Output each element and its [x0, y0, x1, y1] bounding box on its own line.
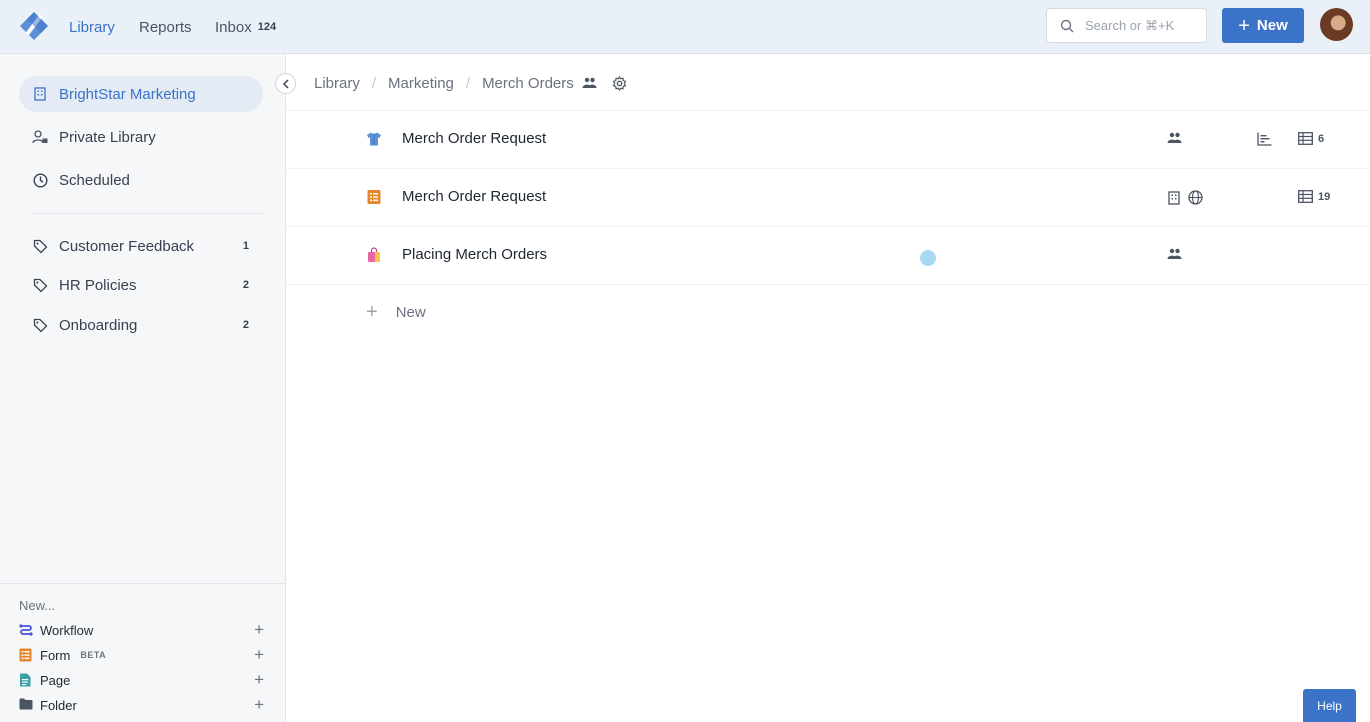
plus-icon[interactable]: +: [254, 695, 264, 715]
breadcrumb-current-label: Merch Orders: [482, 74, 574, 92]
responses-count[interactable]: 6: [1298, 132, 1324, 145]
nav-inbox-label: Inbox: [215, 18, 252, 36]
breadcrumb-marketing[interactable]: Marketing: [388, 75, 454, 92]
workflow-icon: [19, 623, 33, 637]
nav-reports[interactable]: Reports: [139, 0, 192, 54]
new-button[interactable]: + New: [1222, 8, 1304, 43]
tag-icon: [32, 277, 48, 293]
gear-icon[interactable]: [612, 75, 627, 91]
list-item-title[interactable]: Merch Order Request: [402, 130, 546, 147]
new-section-heading: New...: [19, 598, 56, 613]
sidebar: BrightStar Marketing Private Library Sch…: [0, 54, 286, 722]
users-icon[interactable]: [582, 77, 597, 89]
new-folder-item[interactable]: Folder +: [19, 695, 264, 715]
sidebar-item-label: Scheduled: [59, 171, 130, 189]
breadcrumb-separator: /: [465, 74, 471, 92]
sidebar-tag-label: HR Policies: [59, 276, 137, 294]
list-item-title[interactable]: Placing Merch Orders: [402, 246, 547, 263]
breadcrumb-library[interactable]: Library: [314, 75, 360, 92]
table-icon: [1298, 190, 1313, 203]
bar-chart-icon: [1257, 132, 1272, 146]
shared-indicator: [1167, 248, 1182, 260]
tag-count-badge: 2: [242, 279, 249, 291]
shared-indicator: [1167, 132, 1182, 144]
shirt-icon: [367, 132, 381, 146]
folder-icon: [19, 698, 33, 712]
new-page-item[interactable]: Page +: [19, 670, 264, 690]
plus-icon: +: [1238, 14, 1250, 37]
beta-badge: BETA: [80, 650, 107, 660]
sidebar-divider: [30, 213, 264, 214]
user-lock-icon: [32, 129, 48, 145]
breadcrumb-current: Merch Orders: [482, 75, 627, 92]
building-icon: [1168, 190, 1180, 205]
breadcrumb-separator: /: [371, 74, 377, 92]
chevron-left-icon: [282, 78, 289, 89]
tag-icon: [32, 238, 48, 254]
tag-count-badge: 1: [242, 240, 249, 252]
sidebar-item-private-library[interactable]: Private Library: [19, 119, 263, 155]
inbox-count-badge: 124: [257, 21, 277, 33]
responses-count[interactable]: 19: [1298, 190, 1330, 203]
plus-icon: +: [366, 301, 378, 323]
add-new-item-label: New: [395, 303, 426, 321]
users-icon: [1167, 132, 1182, 143]
sidebar-tag-hr-policies[interactable]: HR Policies 2: [19, 267, 263, 303]
table-icon: [1298, 132, 1313, 145]
help-button[interactable]: Help: [1303, 689, 1356, 722]
sidebar-item-brightstar-marketing[interactable]: BrightStar Marketing: [19, 76, 263, 112]
new-workflow-item[interactable]: Workflow +: [19, 620, 264, 640]
top-bar: Library Reports Inbox 124 Search or ⌘+K …: [0, 0, 1370, 54]
add-new-item-button[interactable]: + New: [366, 302, 426, 322]
nav-inbox[interactable]: Inbox 124: [215, 0, 276, 54]
new-section: New... Workflow + Form BETA + Page + Fol…: [0, 583, 285, 714]
sidebar-item-label: Private Library: [59, 128, 156, 146]
report-indicator[interactable]: [1257, 132, 1272, 146]
list-item-title[interactable]: Merch Order Request: [402, 188, 546, 205]
tag-count-badge: 2: [242, 319, 249, 331]
workspace-indicator: [1168, 190, 1203, 205]
globe-icon: [1188, 190, 1203, 205]
sidebar-item-scheduled[interactable]: Scheduled: [19, 162, 263, 198]
plus-icon[interactable]: +: [254, 645, 264, 665]
list-item[interactable]: Placing Merch Orders: [286, 227, 1370, 285]
list-item[interactable]: Merch Order Request 6: [286, 111, 1370, 169]
new-item-label: Page: [40, 672, 71, 688]
list-item[interactable]: Merch Order Request 19: [286, 169, 1370, 227]
search-icon: [1060, 19, 1074, 32]
avatar[interactable]: [1320, 8, 1353, 41]
responses-count-value: 19: [1318, 190, 1331, 203]
sidebar-tag-customer-feedback[interactable]: Customer Feedback 1: [19, 228, 263, 264]
form-icon: [367, 190, 381, 204]
sidebar-tag-onboarding[interactable]: Onboarding 2: [19, 307, 263, 343]
tag-icon: [32, 317, 48, 333]
collapse-sidebar-button[interactable]: [275, 73, 296, 94]
clock-icon: [32, 172, 48, 188]
page-icon: [19, 673, 33, 687]
new-item-label: Form: [40, 647, 71, 663]
new-button-label: New: [1256, 17, 1288, 34]
new-item-label: Workflow: [40, 622, 94, 638]
search-placeholder: Search or ⌘+K: [1085, 17, 1175, 33]
breadcrumb: Library / Marketing / Merch Orders: [314, 73, 627, 93]
sidebar-tag-label: Customer Feedback: [59, 237, 195, 255]
plus-icon[interactable]: +: [254, 620, 264, 640]
form-icon: [19, 648, 33, 662]
new-form-item[interactable]: Form BETA +: [19, 645, 264, 665]
search-input[interactable]: Search or ⌘+K: [1046, 8, 1207, 43]
nav-library[interactable]: Library: [69, 0, 115, 54]
plus-icon[interactable]: +: [254, 670, 264, 690]
users-icon: [1167, 248, 1182, 259]
responses-count-value: 6: [1318, 132, 1325, 145]
app-logo-icon[interactable]: [19, 11, 49, 41]
sidebar-tag-label: Onboarding: [59, 316, 138, 334]
shopping-bag-icon: [368, 247, 380, 262]
building-icon: [32, 86, 48, 102]
cursor-indicator: [920, 250, 936, 266]
new-item-label: Folder: [40, 697, 77, 713]
sidebar-item-label: BrightStar Marketing: [59, 85, 196, 103]
